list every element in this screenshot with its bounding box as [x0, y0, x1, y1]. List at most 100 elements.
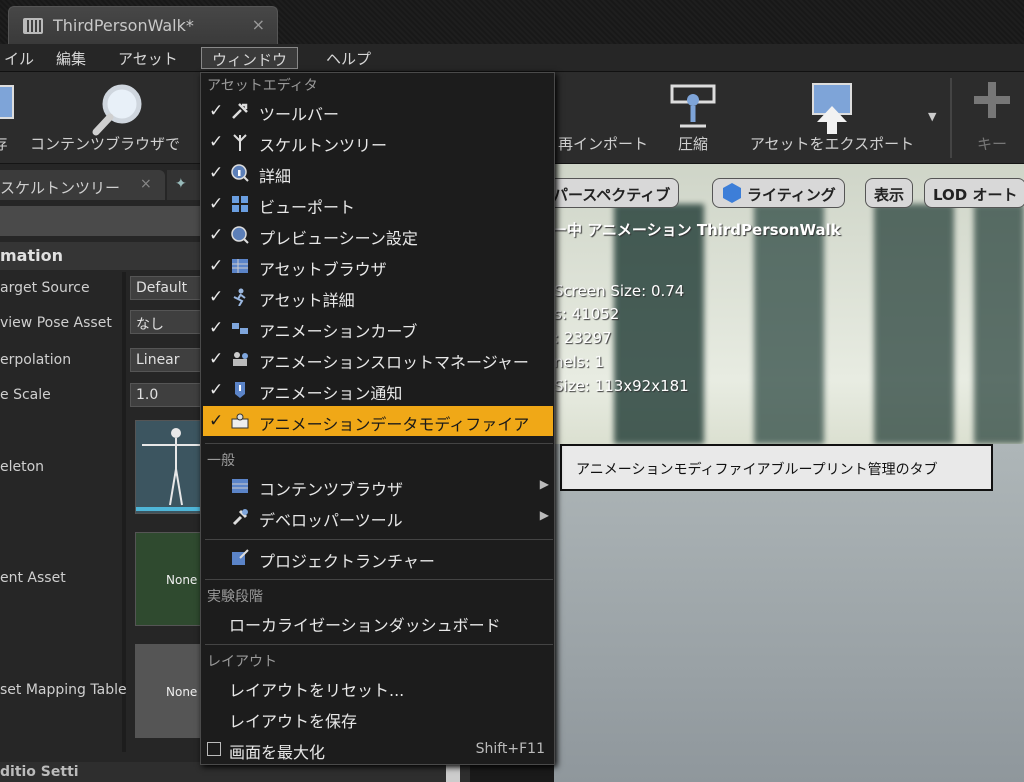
menu-item-label: デベロッパーツール: [259, 511, 403, 530]
menu-item-label: アセットブラウザ: [259, 260, 387, 279]
curve-icon: [232, 323, 248, 334]
info-icon: [231, 164, 249, 182]
reimport-label: 再インポート: [557, 135, 648, 153]
stat-approx-size: Size: 113x92x181: [554, 377, 689, 395]
title-bar: ThirdPersonWalk* ×: [0, 0, 1024, 44]
tab-asset-details[interactable]: ✦: [167, 170, 200, 200]
add-key-button[interactable]: キー: [960, 72, 1024, 164]
menu-item-project-launcher[interactable]: プロジェクトランチャー: [203, 543, 553, 573]
export-dropdown-icon[interactable]: ▼: [928, 110, 936, 123]
preview-scene-icon: [231, 226, 249, 244]
running-man-icon: ✦: [175, 176, 187, 192]
menu-window[interactable]: ウィンドウ: [201, 47, 299, 69]
menu-item-viewport[interactable]: ✓ ビューポート: [203, 189, 553, 219]
parent-asset-thumbnail[interactable]: None: [135, 532, 205, 626]
menu-item-reset-layout[interactable]: レイアウトをリセット...: [203, 672, 553, 702]
viewport-icon: [232, 196, 248, 212]
prop-label-rate-scale: e Scale: [0, 387, 51, 403]
check-icon: ✓: [209, 411, 224, 431]
menu-file[interactable]: イル: [0, 47, 44, 69]
prop-label-skeleton: eleton: [0, 459, 45, 475]
menu-item-label: プロジェクトランチャー: [259, 552, 435, 571]
save-button[interactable]: 存: [0, 72, 20, 164]
scrollbar[interactable]: [446, 762, 460, 782]
save-icon: [0, 85, 14, 119]
menu-item-anim-notifies[interactable]: ✓ アニメーション通知: [203, 375, 553, 405]
close-icon[interactable]: ×: [140, 176, 152, 192]
check-icon: ✓: [209, 287, 224, 307]
background-pillar: [614, 204, 704, 444]
menu-asset[interactable]: アセット: [108, 47, 188, 69]
menu-item-save-layout[interactable]: レイアウトを保存: [203, 703, 553, 733]
document-tab-label: ThirdPersonWalk*: [53, 16, 194, 35]
preview-pose-select[interactable]: なし: [130, 310, 210, 334]
export-asset-button[interactable]: アセットをエクスポート: [733, 72, 931, 164]
menu-item-maximize[interactable]: 画面を最大化 Shift+F11: [203, 734, 553, 764]
reimport-button[interactable]: 再インポート: [548, 72, 658, 164]
menu-item-content-browser[interactable]: コンテンツブラウザ ▶: [203, 471, 553, 501]
export-label: アセットをエクスポート: [749, 135, 915, 153]
tooltip: アニメーションモディファイアブループリント管理のタブ: [560, 444, 993, 491]
menu-item-label: ツールバー: [259, 105, 340, 124]
menu-item-asset-browser[interactable]: ✓ アセットブラウザ: [203, 251, 553, 281]
rate-scale-input[interactable]: 1.0: [130, 383, 210, 407]
menu-item-label: アニメーションスロットマネージャー: [259, 353, 529, 372]
menu-item-label: ローカライゼーションダッシュボード: [229, 616, 501, 635]
menu-item-asset-details[interactable]: ✓ アセット詳細: [203, 282, 553, 312]
menu-bar: イル 編集 アセット ウィンドウ ヘルプ: [0, 44, 1024, 72]
asset-browser-icon: [232, 259, 248, 273]
menu-item-slot-manager[interactable]: ✓ アニメーションスロットマネージャー: [203, 344, 553, 374]
preview-line: ー中 アニメーション ThirdPersonWalk: [554, 221, 841, 239]
menu-item-skeleton-tree[interactable]: ✓ スケルトンツリー: [203, 127, 553, 157]
section-addition-settings: ditio Setti: [0, 762, 470, 782]
asset-mapping-thumbnail[interactable]: None: [135, 644, 205, 738]
section-asset-editor: アセットエディタ: [207, 78, 318, 94]
property-column-splitter[interactable]: [122, 272, 126, 752]
menu-separator: [205, 443, 553, 444]
check-icon: ✓: [209, 256, 224, 276]
section-layout: レイアウト: [207, 654, 277, 670]
prop-label-parent-asset: ent Asset: [0, 570, 66, 586]
tab-skeleton-tree[interactable]: スケルトンツリー ×: [0, 170, 165, 200]
menu-item-localization-dashboard[interactable]: ローカライゼーションダッシュボード: [203, 607, 553, 637]
menu-item-preview-scene-settings[interactable]: ✓ プレビューシーン設定: [203, 220, 553, 250]
save-label: 存: [0, 133, 20, 154]
skeleton-thumbnail[interactable]: [135, 420, 205, 514]
interpolation-select[interactable]: Linear: [130, 348, 210, 372]
find-in-content-browser-button[interactable]: コンテンツブラウザで: [30, 72, 205, 164]
check-icon: ✓: [209, 380, 224, 400]
menu-item-animation-data-modifier[interactable]: ✓ アニメーションデータモディファイア: [203, 406, 553, 436]
menu-item-developer-tools[interactable]: デベロッパーツール ▶: [203, 502, 553, 532]
menu-item-details[interactable]: ✓ 詳細: [203, 158, 553, 188]
window-menu-dropdown: アセットエディタ ✓ ツールバー ✓ スケルトンツリー ✓ 詳細 ✓ ビューポー…: [200, 72, 555, 765]
wrench-icon: [232, 103, 248, 119]
background-pillar: [974, 204, 1024, 444]
menu-item-animation-curves[interactable]: ✓ アニメーションカーブ: [203, 313, 553, 343]
retarget-source-select[interactable]: Default: [130, 276, 210, 300]
menu-item-toolbar[interactable]: ✓ ツールバー: [203, 96, 553, 126]
plus-icon: [974, 82, 1010, 118]
show-button[interactable]: 表示: [865, 178, 914, 208]
lighting-button[interactable]: ライティング: [712, 178, 845, 208]
document-tab[interactable]: ThirdPersonWalk* ×: [8, 6, 278, 44]
parent-asset-none: None: [166, 573, 198, 588]
menu-separator: [205, 644, 553, 645]
check-icon: ✓: [209, 132, 224, 152]
close-tab-icon[interactable]: ×: [252, 15, 265, 34]
stat-triangles: : 23297: [554, 329, 612, 347]
animation-sequence-icon: [23, 18, 43, 34]
menu-help[interactable]: ヘルプ: [316, 47, 381, 69]
perspective-button[interactable]: パースペクティブ: [554, 178, 680, 208]
submenu-arrow-icon: ▶: [539, 508, 549, 522]
search-input[interactable]: [0, 206, 200, 236]
submenu-arrow-icon: ▶: [539, 477, 549, 491]
prop-label-interpolation: erpolation: [0, 352, 72, 368]
menu-edit[interactable]: 編集: [46, 47, 96, 69]
menu-item-label: アニメーションデータモディファイア: [259, 415, 530, 434]
developer-tools-icon: [232, 509, 248, 526]
asset-mapping-none: None: [166, 685, 198, 700]
compress-button[interactable]: 圧縮: [660, 72, 726, 164]
compress-icon: [670, 84, 716, 128]
compress-label: 圧縮: [677, 135, 708, 153]
lod-button[interactable]: LOD オート: [924, 178, 1024, 208]
